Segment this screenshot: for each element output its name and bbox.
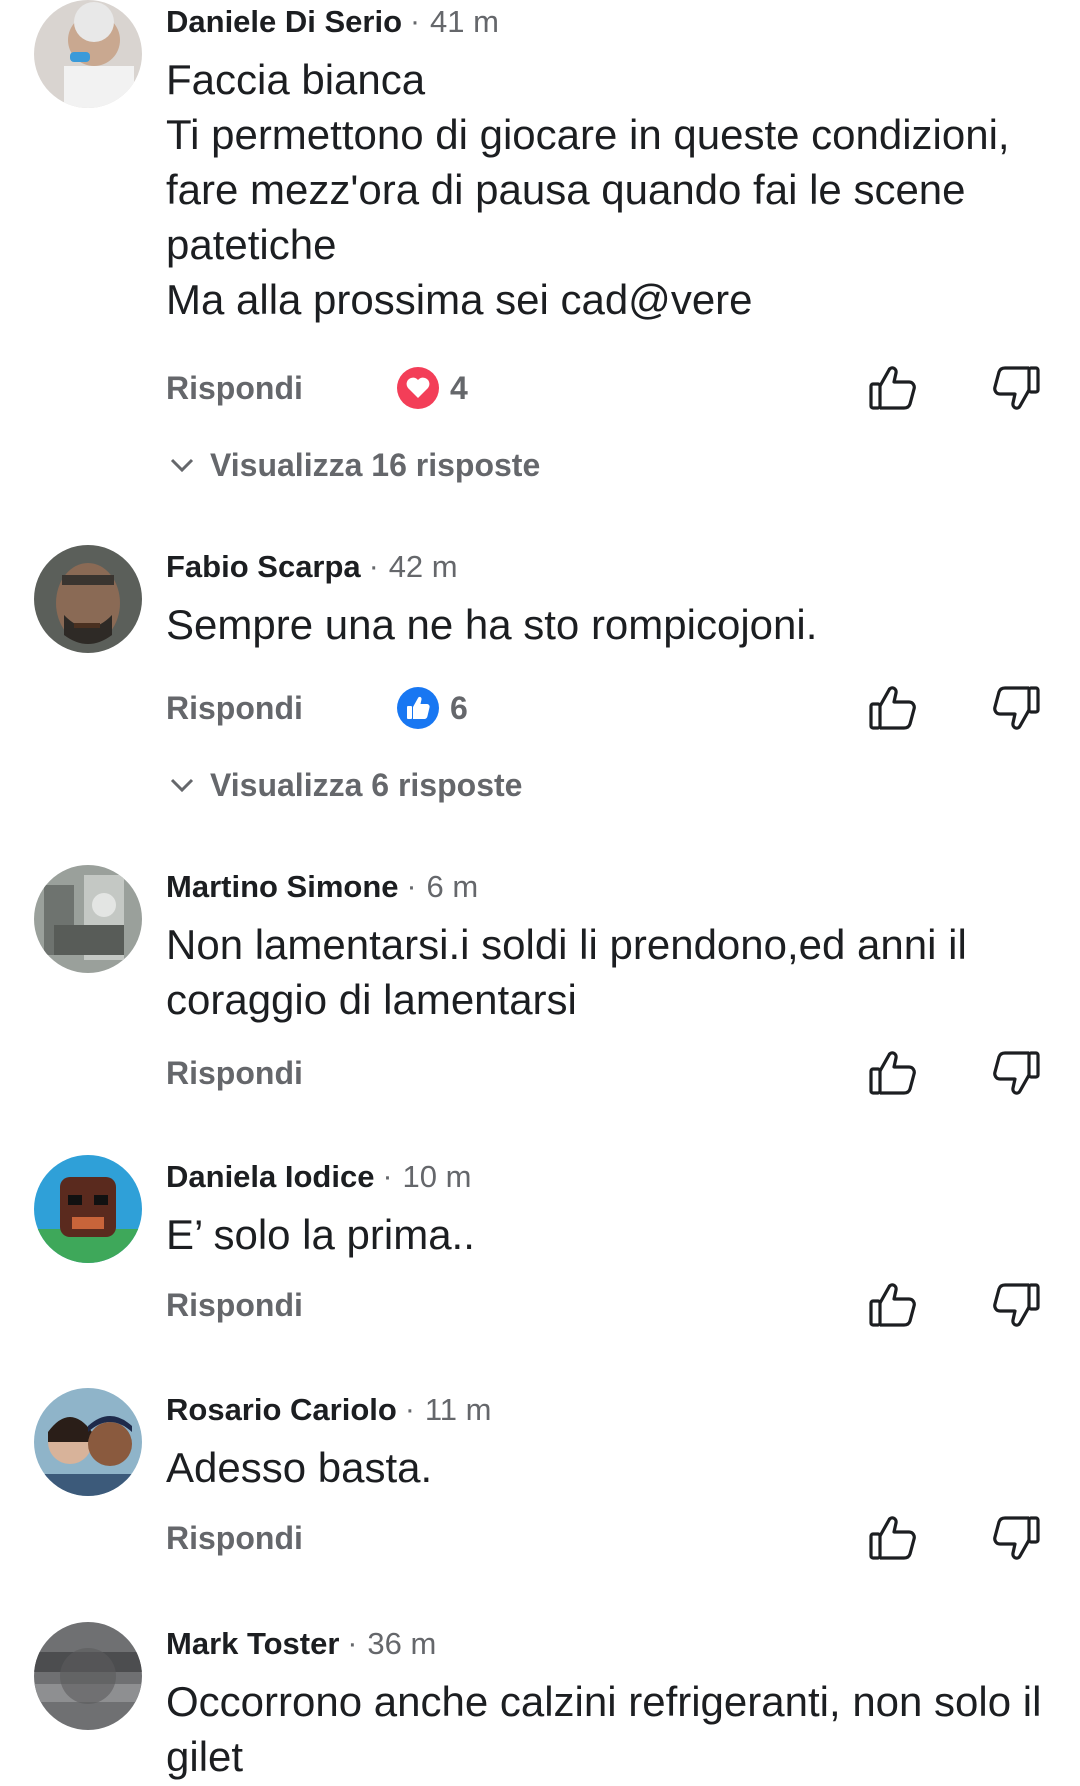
thumbs-down-icon: [993, 686, 1040, 730]
thumbs-up-icon: [869, 1051, 916, 1095]
dislike-button[interactable]: [988, 1510, 1044, 1566]
view-replies-label: Visualizza 16 risposte: [210, 446, 541, 483]
reply-button[interactable]: Rispondi: [166, 678, 303, 738]
separator-dot: ·: [406, 870, 417, 903]
comment-header: Martino Simone · 6 m: [166, 865, 478, 909]
timestamp: 11 m: [424, 1392, 492, 1427]
dislike-button[interactable]: [988, 1277, 1044, 1333]
comment-text: Non lamentarsi.i soldi li prendono,ed an…: [166, 921, 967, 1023]
separator-dot: ·: [368, 550, 379, 583]
thumbs-up-icon: [869, 366, 916, 410]
thumbs-down-icon: [993, 1051, 1040, 1095]
reply-button[interactable]: Rispondi: [166, 1043, 303, 1103]
comment-header: Daniele Di Serio · 41 m: [166, 0, 499, 44]
separator-dot: ·: [410, 5, 421, 38]
thumbs-down-icon: [993, 1283, 1040, 1327]
reaction-count: 6: [450, 689, 468, 726]
separator-dot: ·: [404, 1393, 415, 1426]
thumbs-up-icon: [397, 687, 439, 729]
avatar[interactable]: [34, 0, 142, 108]
separator-dot: ·: [382, 1160, 393, 1193]
reaction-summary[interactable]: 4: [396, 364, 468, 412]
heart-icon: [397, 367, 439, 409]
comment-header: Daniela Iodice · 10 m: [166, 1155, 471, 1199]
avatar[interactable]: [34, 1388, 142, 1496]
avatar[interactable]: [34, 1622, 142, 1730]
view-replies-link[interactable]: Visualizza 6 risposte: [166, 760, 522, 810]
author-name[interactable]: Daniela Iodice: [166, 1159, 374, 1195]
view-replies-link[interactable]: Visualizza 16 risposte: [166, 440, 540, 490]
reaction-count: 4: [450, 369, 468, 406]
comment-actions: Rispondi: [0, 1275, 1080, 1335]
author-name[interactable]: Mark Toster: [166, 1626, 339, 1662]
comment-text: E’ solo la prima..: [166, 1211, 475, 1258]
reply-button[interactable]: Rispondi: [166, 1275, 303, 1335]
reaction-summary[interactable]: 6: [396, 684, 468, 732]
thumbs-up-icon: [869, 1283, 916, 1327]
avatar[interactable]: [34, 545, 142, 653]
reply-button[interactable]: Rispondi: [166, 1508, 303, 1568]
chevron-down-icon: [170, 458, 194, 473]
timestamp: 42 m: [388, 549, 458, 584]
thumbs-down-icon: [993, 366, 1040, 410]
timestamp: 6 m: [426, 869, 479, 904]
comment-actions: Rispondi 6: [0, 678, 1080, 738]
reply-button[interactable]: Rispondi: [166, 358, 303, 418]
thumbs-up-icon: [869, 1516, 916, 1560]
comment-actions: Rispondi: [0, 1043, 1080, 1103]
author-name[interactable]: Rosario Cariolo: [166, 1392, 397, 1428]
author-name[interactable]: Daniele Di Serio: [166, 4, 402, 40]
avatar[interactable]: [34, 1155, 142, 1263]
comment-actions: Rispondi: [0, 1508, 1080, 1568]
author-name[interactable]: Fabio Scarpa: [166, 549, 361, 585]
view-replies-label: Visualizza 6 risposte: [210, 766, 523, 803]
chevron-down-icon: [170, 778, 194, 793]
dislike-button[interactable]: [988, 1045, 1044, 1101]
timestamp: 10 m: [402, 1159, 472, 1194]
dislike-button[interactable]: [988, 360, 1044, 416]
like-button[interactable]: [865, 1510, 921, 1566]
comment-header: Rosario Cariolo · 11 m: [166, 1388, 491, 1432]
comment-text: Adesso basta.: [166, 1444, 433, 1491]
comment-text: Sempre una ne ha sto rompicojoni.: [166, 601, 818, 648]
like-button[interactable]: [865, 1277, 921, 1333]
like-button[interactable]: [865, 1045, 921, 1101]
timestamp: 41 m: [430, 4, 499, 39]
comment-text: Faccia bianca Ti permettono di giocare i…: [166, 56, 1010, 323]
comment-actions: Rispondi 4: [0, 358, 1080, 418]
dislike-button[interactable]: [988, 680, 1044, 736]
comment-header: Fabio Scarpa · 42 m: [166, 545, 458, 589]
comment-text: Occorrono anche calzini refrigeranti, no…: [166, 1678, 1042, 1780]
separator-dot: ·: [347, 1627, 358, 1660]
avatar[interactable]: [34, 865, 142, 973]
like-button[interactable]: [865, 360, 921, 416]
thumbs-up-icon: [869, 686, 916, 730]
like-button[interactable]: [865, 680, 921, 736]
author-name[interactable]: Martino Simone: [166, 869, 399, 905]
thumbs-down-icon: [993, 1516, 1040, 1560]
timestamp: 36 m: [367, 1626, 437, 1661]
comment-header: Mark Toster · 36 m: [166, 1622, 436, 1666]
